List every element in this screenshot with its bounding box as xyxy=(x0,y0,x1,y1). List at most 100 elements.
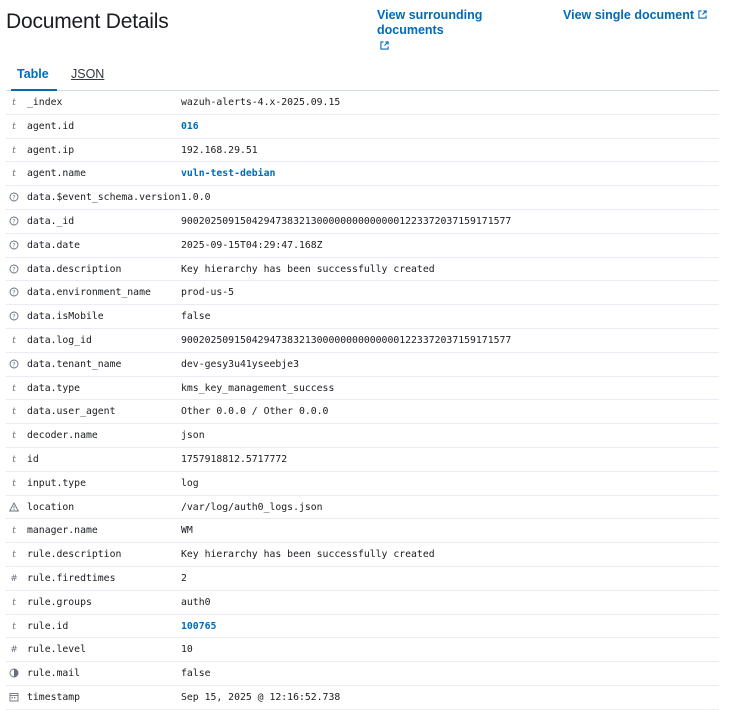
field-name: agent.name xyxy=(27,168,86,180)
tab-table[interactable]: Table xyxy=(17,67,49,81)
field-value: json xyxy=(181,430,205,442)
table-row: t decoder.name json xyxy=(6,424,719,448)
field-value: wazuh-alerts-4.x-2025.09.15 xyxy=(181,97,341,108)
table-row: ? data.isMobile false xyxy=(6,305,719,329)
unknown-type-icon: ? xyxy=(8,192,20,204)
string-type-icon: t xyxy=(12,621,16,632)
field-name: data.isMobile xyxy=(27,311,104,323)
field-value: log xyxy=(181,477,199,489)
svg-text:?: ? xyxy=(12,266,15,273)
table-row: t _index wazuh-alerts-4.x-2025.09.15 xyxy=(6,91,719,115)
unknown-type-icon: ? xyxy=(8,216,20,228)
field-name: id xyxy=(27,453,39,465)
field-value: Key hierarchy has been successfully crea… xyxy=(181,263,435,275)
svg-text:?: ? xyxy=(12,290,15,297)
field-name: data._id xyxy=(27,215,75,227)
string-type-icon: t xyxy=(12,121,16,132)
string-type-icon: t xyxy=(12,145,16,156)
table-row: t rule.id 100765 xyxy=(6,615,719,639)
field-value: Sep 15, 2025 @ 12:16:52.738 xyxy=(181,691,341,703)
field-name: input.type xyxy=(27,477,86,489)
field-value: Key hierarchy has been successfully crea… xyxy=(181,549,435,561)
table-row: t id 1757918812.5717772 xyxy=(6,448,719,472)
view-single-document-link[interactable]: View single document xyxy=(563,8,733,23)
field-value: Other 0.0.0 / Other 0.0.0 xyxy=(181,406,329,418)
field-value: false xyxy=(181,668,211,680)
number-type-icon: # xyxy=(10,645,18,656)
table-row: t data.log_id 9002025091504294738321300000… xyxy=(6,329,719,353)
table-row: ? data._id 9002025091504294738321300000000… xyxy=(6,210,719,234)
field-value: 1757918812.5717772 xyxy=(181,453,288,465)
field-name: data.$event_schema.version xyxy=(27,192,181,204)
field-value: dev-gesy3u41yseebje3 xyxy=(181,358,299,370)
field-name: location xyxy=(27,501,75,513)
field-name: data.log_id xyxy=(27,334,92,346)
field-value: prod-us-5 xyxy=(181,287,235,299)
page-title: Document Details xyxy=(6,10,169,33)
field-name: data.date xyxy=(27,239,81,251)
unknown-type-icon: ? xyxy=(8,287,20,299)
string-type-icon: t xyxy=(12,597,16,608)
field-value: 9002025091504294738321300000000000000122… xyxy=(181,334,512,346)
table-row: ? data.$event_schema.version 1.0.0 xyxy=(6,186,719,210)
table-row: t manager.name WM xyxy=(6,519,719,544)
document-fields-table: t _index wazuh-alerts-4.x-2025.09.15 t agent… xyxy=(6,91,719,710)
field-value-link[interactable]: vuln-test-debian xyxy=(181,168,275,179)
table-row: ? data.tenant_name dev-gesy3u41yseebje3 xyxy=(6,353,719,377)
svg-text:?: ? xyxy=(12,361,15,368)
field-name: data.description xyxy=(27,263,122,275)
field-name: rule.firedtimes xyxy=(27,572,116,584)
field-value: kms_key_management_success xyxy=(181,382,335,394)
field-name: manager.name xyxy=(27,525,98,537)
string-type-icon: t xyxy=(12,169,16,180)
field-value: auth0 xyxy=(181,596,211,608)
number-type-icon: # xyxy=(10,573,18,584)
string-type-icon: t xyxy=(12,526,16,537)
table-row: t data.type kms_key_management_success xyxy=(6,377,719,401)
tab-json[interactable]: JSON xyxy=(71,67,104,81)
field-name: data.user_agent xyxy=(27,406,116,418)
field-value: 10 xyxy=(181,644,193,656)
string-type-icon: t xyxy=(12,335,16,346)
table-row: t input.type log xyxy=(6,472,719,496)
warning-type-icon xyxy=(8,501,20,514)
view-single-label[interactable]: View single document xyxy=(563,8,694,22)
field-name: rule.id xyxy=(27,620,69,632)
field-value: WM xyxy=(181,525,193,537)
table-row: t agent.id 016 xyxy=(6,115,719,139)
svg-text:?: ? xyxy=(12,218,15,225)
string-type-icon: t xyxy=(12,478,16,489)
table-row: # rule.firedtimes 2 xyxy=(6,567,719,591)
string-type-icon: t xyxy=(12,550,16,561)
field-name: data.environment_name xyxy=(27,287,151,299)
table-row: ? data.description Key hierarchy has been … xyxy=(6,258,719,282)
field-name: rule.description xyxy=(27,549,122,561)
table-row: rule.mail false xyxy=(6,662,719,686)
field-name: timestamp xyxy=(27,691,81,703)
field-name: data.tenant_name xyxy=(27,358,122,370)
string-type-icon: t xyxy=(12,98,16,108)
field-value: 2 xyxy=(181,572,187,584)
table-row: t rule.groups auth0 xyxy=(6,591,719,615)
field-value-link[interactable]: 016 xyxy=(181,121,199,132)
table-row: t rule.description Key hierarchy has been … xyxy=(6,543,719,567)
field-value: 2025-09-15T04:29:47.168Z xyxy=(181,239,323,251)
field-name: data.type xyxy=(27,382,81,394)
view-surrounding-label[interactable]: View surrounding documents xyxy=(377,8,482,37)
external-link-icon xyxy=(698,8,707,23)
field-value-link[interactable]: 100765 xyxy=(181,621,216,632)
unknown-type-icon: ? xyxy=(8,311,20,323)
field-value: /var/log/auth0_logs.json xyxy=(181,501,323,513)
external-link-icon xyxy=(380,39,552,54)
field-value: false xyxy=(181,311,211,323)
string-type-icon: t xyxy=(12,431,16,442)
field-name: rule.level xyxy=(27,644,86,656)
view-surrounding-documents-link[interactable]: View surrounding documents xyxy=(377,8,552,54)
field-value: 9002025091504294738321300000000000000122… xyxy=(181,215,512,227)
table-row: location/var/log/auth0_logs.json xyxy=(6,496,719,520)
svg-text:?: ? xyxy=(12,195,15,202)
string-type-icon: t xyxy=(12,383,16,394)
svg-text:?: ? xyxy=(12,314,15,321)
field-name: _index xyxy=(27,97,63,108)
tab-bar: Table JSON xyxy=(6,62,719,91)
